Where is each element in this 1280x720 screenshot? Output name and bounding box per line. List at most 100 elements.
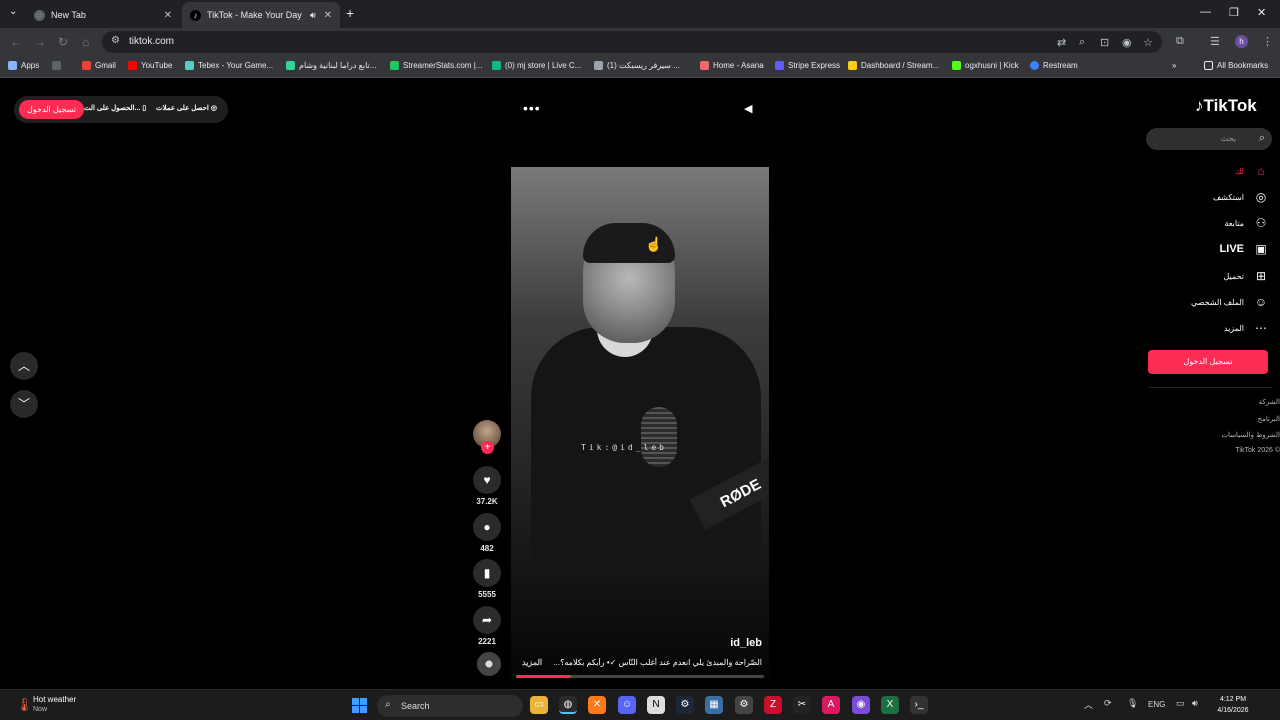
extensions-icon[interactable]: ⧉ xyxy=(1176,35,1184,48)
get-coins-button[interactable]: احصل على عملات ◎ xyxy=(156,104,217,112)
sync-icon[interactable]: ⟳ xyxy=(1104,698,1112,709)
bookmark-apps[interactable]: Apps xyxy=(8,61,39,70)
menu-kebab-icon[interactable]: ⋮ xyxy=(1262,35,1273,48)
volume-icon[interactable]: ◀︎ xyxy=(744,102,752,115)
save-button[interactable]: ▮ xyxy=(473,559,501,587)
follow-plus-icon[interactable]: + xyxy=(481,441,494,454)
bookmark-mj-store[interactable]: (0) mj store | Live C... xyxy=(492,61,581,70)
clock[interactable]: 4:12 PM 4/16/2026 xyxy=(1212,694,1254,716)
bookmark-gmail[interactable]: Gmail xyxy=(82,61,116,70)
start-button[interactable] xyxy=(352,698,368,714)
nav-item-for-you[interactable]: لك ⌂ xyxy=(1150,160,1268,182)
tab-new-tab[interactable]: ◌ New Tab ✕ xyxy=(26,2,180,28)
new-tab-plus-icon[interactable]: + xyxy=(346,5,354,21)
taskbar-search[interactable]: ⌕ Search xyxy=(377,695,523,717)
search-input[interactable]: بحث ⌕ xyxy=(1146,128,1272,150)
get-app-button[interactable]: الحصول على الت... ▯ xyxy=(84,104,146,112)
restore-icon[interactable]: ❐ xyxy=(1229,6,1239,19)
volume-tray-icon[interactable]: 🔊︎ xyxy=(1192,698,1198,709)
search-icon[interactable]: ⌕ xyxy=(1259,132,1265,145)
footer-link-program[interactable]: البرنامج xyxy=(1180,415,1280,423)
login-pill-button[interactable]: تسجيل الدخول xyxy=(19,100,84,119)
nav-item-profile[interactable]: الملف الشخصي ☺ xyxy=(1150,291,1268,313)
terminal-icon[interactable]: ›_ xyxy=(910,696,928,714)
file-explorer-icon[interactable]: ▭ xyxy=(530,696,548,714)
bookmark-grid[interactable] xyxy=(52,61,65,70)
music-disc-icon[interactable] xyxy=(477,652,501,676)
nav-item-following[interactable]: متابعة ⚇ xyxy=(1150,212,1268,234)
caption-more-link[interactable]: المزيد xyxy=(522,658,542,667)
tab-tiktok[interactable]: ♪ TikTok - Make Your Day 🔊︎ ✕ xyxy=(182,2,340,28)
speaker-icon[interactable]: 🔊︎ xyxy=(310,10,316,21)
language-indicator[interactable]: ENG xyxy=(1148,700,1165,709)
microphone-icon[interactable]: 🎙︎ xyxy=(1127,698,1138,709)
bookmark-tebex[interactable]: Tebex - Your Game... xyxy=(185,61,273,70)
zoom-icon[interactable]: ⌕ xyxy=(1079,36,1085,49)
obs-icon[interactable]: ◉ xyxy=(852,696,870,714)
profile-avatar[interactable]: h xyxy=(1235,35,1248,48)
bookmark-kick[interactable]: ogxhusni | Kick xyxy=(952,61,1019,70)
weather-title[interactable]: Hot weather xyxy=(33,695,76,704)
tab-search-icon[interactable]: ⌄ xyxy=(9,6,17,17)
creator-username[interactable]: id_leb xyxy=(700,637,762,649)
bookmark-drama[interactable]: تابع دراما لبنانية وشام... xyxy=(286,61,376,70)
address-bar[interactable]: ⚙ tiktok.com ⇄ ⌕ ⊡ ◉ ☆ xyxy=(102,31,1162,53)
capcut-icon[interactable]: ✂ xyxy=(793,696,811,714)
bookmark-respect-server[interactable]: (1) سيرفر ريسبكت ... xyxy=(594,61,680,70)
translate-icon[interactable]: ⇄ xyxy=(1057,36,1066,49)
tiktok-note-icon: ♪ xyxy=(1195,96,1204,115)
home-browser-icon[interactable]: ⌂ xyxy=(82,35,89,49)
bookmark-asana[interactable]: Home - Asana xyxy=(700,61,764,70)
discord-icon[interactable]: ☺ xyxy=(618,696,636,714)
excel-icon[interactable]: X xyxy=(881,696,899,714)
xampp-icon[interactable]: ✕ xyxy=(588,696,606,714)
bookmark-dashboard[interactable]: Dashboard / Stream... xyxy=(848,61,939,70)
next-video-button[interactable]: ﹀ xyxy=(10,390,38,418)
home-icon: ⌂ xyxy=(1257,164,1265,178)
like-button[interactable]: ♥ xyxy=(473,466,501,494)
video-progress-bar[interactable] xyxy=(516,675,764,678)
previous-video-button[interactable]: ︿ xyxy=(10,352,38,380)
forward-icon[interactable]: → xyxy=(34,35,46,49)
bookmarks-bar: Apps Gmail YouTube Tebex - Your Game... … xyxy=(0,56,1280,78)
nav-item-live[interactable]: LIVE ▣ xyxy=(1150,238,1268,260)
bookmarks-overflow-icon[interactable]: » xyxy=(1172,61,1176,70)
steam-icon[interactable]: ⚙ xyxy=(676,696,694,714)
tiktok-logo[interactable]: ♪TikTok xyxy=(1195,96,1257,116)
back-icon[interactable]: ← xyxy=(10,35,22,49)
footer-link-terms[interactable]: الشروط والسياسات xyxy=(1180,431,1280,439)
all-bookmarks[interactable]: All Bookmarks xyxy=(1204,61,1268,70)
install-icon[interactable]: ⊡ xyxy=(1100,36,1109,49)
share-button[interactable]: ➦ xyxy=(473,606,501,634)
notion-icon[interactable]: N xyxy=(647,696,665,714)
close-tab-icon[interactable]: ✕ xyxy=(164,10,172,21)
bookmark-star-icon[interactable]: ☆ xyxy=(1143,36,1153,49)
footer-link-company[interactable]: الشركة xyxy=(1180,398,1280,406)
chrome-icon[interactable]: ◍ xyxy=(559,696,577,714)
nav-item-explore[interactable]: استكشف ◎ xyxy=(1150,186,1268,208)
more-options-icon[interactable]: ••• xyxy=(523,100,541,116)
phone-icon: ▯ xyxy=(142,105,147,112)
tray-overflow-icon[interactable]: ︿ xyxy=(1084,698,1093,711)
bookmark-restream[interactable]: Restream xyxy=(1030,61,1078,70)
network-icon[interactable]: ▭ xyxy=(1176,698,1185,709)
adobe-icon[interactable]: A xyxy=(822,696,840,714)
filezilla-icon[interactable]: Z xyxy=(764,696,782,714)
eye-icon[interactable]: ◉ xyxy=(1122,36,1132,49)
settings-icon[interactable]: ⚙ xyxy=(735,696,753,714)
reading-list-icon[interactable]: ☰ xyxy=(1210,35,1220,48)
bookmark-streamerstats[interactable]: StreamerStats.com |... xyxy=(390,61,482,70)
nav-item-more[interactable]: المزيد ⋯ xyxy=(1150,317,1268,339)
close-tab-icon[interactable]: ✕ xyxy=(324,10,332,21)
reload-icon[interactable]: ↻ xyxy=(58,35,68,49)
bookmark-stripe[interactable]: Stripe Express xyxy=(775,61,840,70)
bookmark-youtube[interactable]: YouTube xyxy=(128,61,172,70)
nav-item-upload[interactable]: تحميل ⊞ xyxy=(1150,265,1268,287)
site-info-icon[interactable]: ⚙ xyxy=(111,35,120,46)
minimize-icon[interactable]: — xyxy=(1200,6,1211,18)
video-player[interactable]: RØDE Tik:@id_leb xyxy=(511,167,769,679)
calculator-icon[interactable]: ▦ xyxy=(705,696,723,714)
sidebar-login-button[interactable]: تسجيل الدخول xyxy=(1148,350,1268,374)
close-window-icon[interactable]: ✕ xyxy=(1257,6,1266,19)
comment-button[interactable]: ● xyxy=(473,513,501,541)
